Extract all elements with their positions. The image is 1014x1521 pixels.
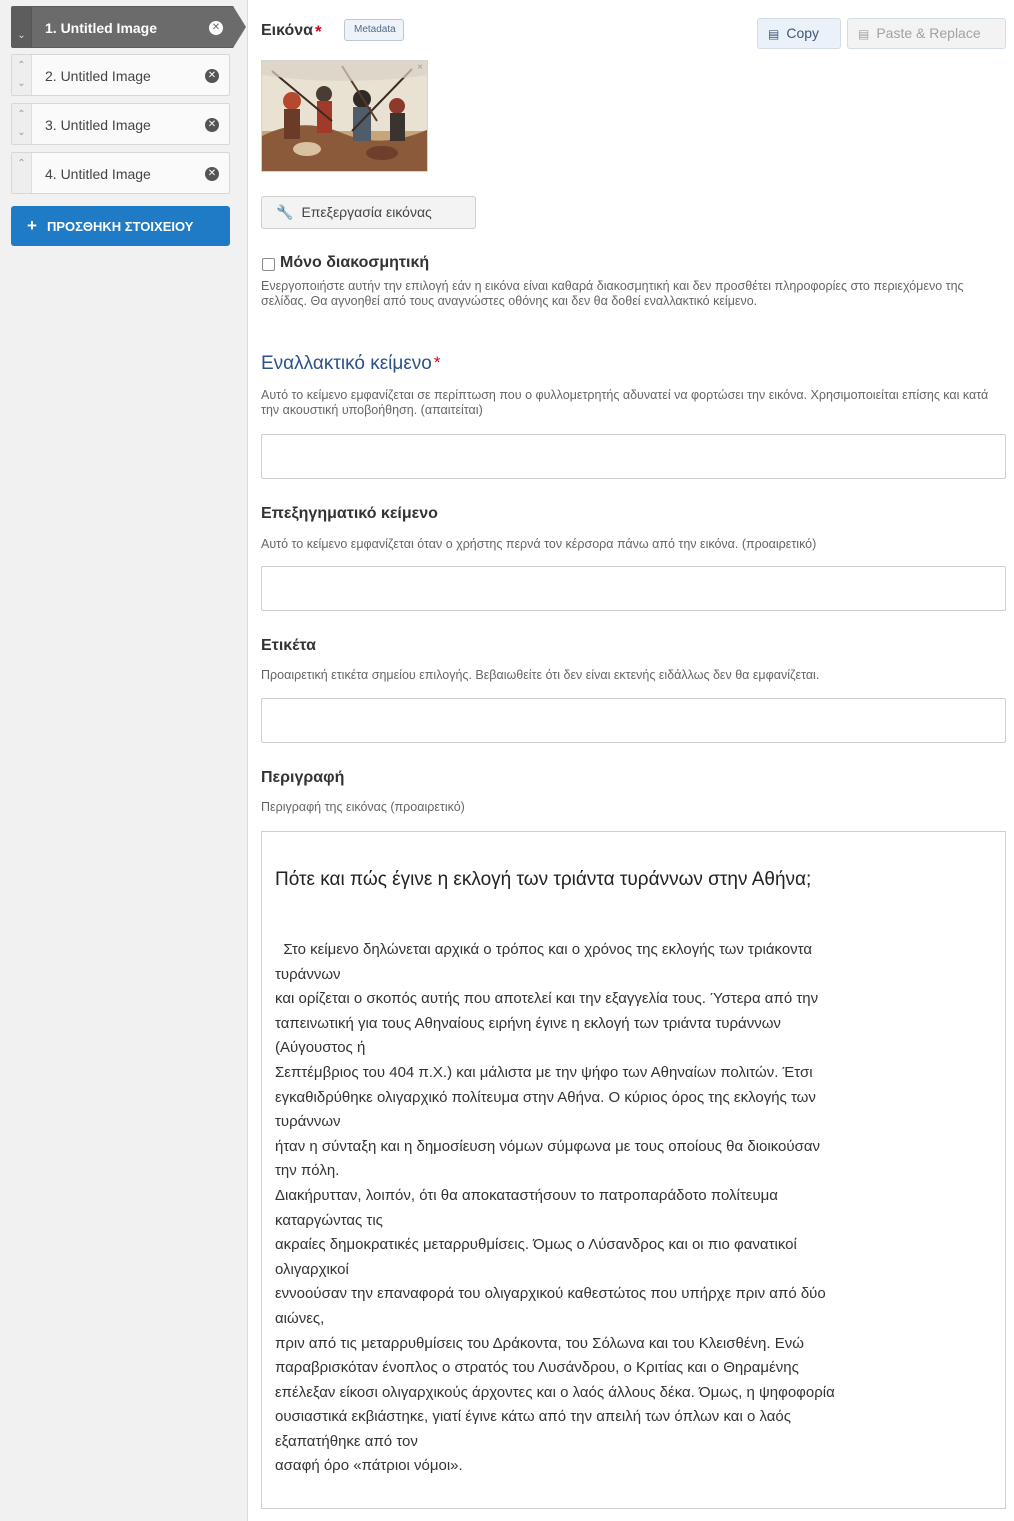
image-editor-form: Εικόνα * Metadata ▤ Copy ▤ Paste & Replace [249,0,1014,1521]
list-item-3[interactable]: ⌃ ⌄ 3. Untitled Image ✕ [11,103,230,145]
chevron-up-icon[interactable]: ⌃ [12,57,31,75]
add-item-label: ΠΡΟΣΘΗΚΗ ΣΤΟΙΧΕΙΟΥ [46,219,194,234]
drag-handle[interactable]: ⌃ ⌄ [12,104,32,144]
description-line: πριν από τις μεταρρυθμίσεις του Δράκοντα… [275,1334,804,1352]
image-field-title: Εικόνα * [261,22,322,42]
description-heading: Πότε και πώς έγινε η εκλογή των τριάντα … [275,869,812,890]
alt-text-label: Εναλλακτικό κείμενο [261,353,432,374]
plus-icon: + [27,216,37,235]
remove-circle-icon[interactable]: ✕ [205,69,219,83]
remove-circle-icon[interactable]: ✕ [205,167,219,181]
drag-handle[interactable]: ⌃ ⌄ [12,55,32,95]
paste-replace-button[interactable]: ▤ Paste & Replace [847,18,1006,49]
list-item-label: 2. Untitled Image [45,68,151,84]
description-line: επέλεξαν είκοσι ολιγαρχικούς άρχοντες κα… [275,1383,835,1401]
list-item-label: 4. Untitled Image [45,166,151,182]
alt-text-input[interactable] [261,434,1006,479]
description-line: Σεπτέμβριος του 404 π.Χ.) και μάλιστα με… [275,1063,813,1081]
description-line: παραβρισκόταν ένοπλος ο στρατός του Λυσά… [275,1359,799,1377]
metadata-button[interactable]: Metadata [344,19,404,41]
description-line: και ορίζεται ο σκοπός αυτής που αποτελεί… [275,990,819,1008]
copy-button[interactable]: ▤ Copy [757,18,841,49]
list-item-label: 1. Untitled Image [45,20,158,36]
drag-handle[interactable]: ⌄ [12,7,32,47]
paste-icon: ▤ [858,27,870,41]
drag-handle[interactable]: ⌃ [12,153,32,193]
description-line: ουσιαστικά εκβιάστηκε, γιατί έγινε κάτω … [275,1408,791,1426]
hover-text-input[interactable] [261,566,1006,611]
chevron-up-icon[interactable]: ⌃ [12,106,31,124]
required-marker: * [433,353,441,372]
chevron-up-icon[interactable]: ⌃ [12,155,31,173]
required-marker: * [315,22,322,41]
alt-text-title: Εναλλακτικό κείμενο * [261,353,441,375]
description-editor[interactable]: Πότε και πώς έγινε η εκλογή των τριάντα … [261,831,1006,1509]
list-item-label: 3. Untitled Image [45,117,151,133]
chevron-down-icon[interactable]: ⌄ [12,124,31,142]
description-line: Στο κείμενο δηλώνεται αρχικά ο τρόπος κα… [275,941,813,958]
description-body: Στο κείμενο δηλώνεται αρχικά ο τρόπος κα… [275,938,983,1479]
edit-image-button[interactable]: 🔧 Επεξεργασία εικόνας [261,196,476,229]
list-sidebar: ⌄ 1. Untitled Image ✕ ⌃ ⌄ 2. Untitled Im… [0,0,248,1521]
battle-scene-image [262,61,427,171]
hover-text-label: Επεξηγηματικό κείμενο [261,505,438,522]
description-line: τυράννων [275,965,341,983]
description-line: ολιγαρχικοί [275,1260,349,1278]
alt-text-help: Αυτό το κείμενο εμφανίζεται σε περίπτωση… [261,388,989,417]
edit-image-label: Επεξεργασία εικόνας [301,204,432,220]
description-line: Διακήρυτταν, λοιπόν, ότι θα αποκαταστήσο… [275,1186,778,1204]
list-item-4[interactable]: ⌃ 4. Untitled Image ✕ [11,152,230,194]
add-item-button[interactable]: + ΠΡΟΣΘΗΚΗ ΣΤΟΙΧΕΙΟΥ [11,206,230,246]
description-line: τυράννων [275,1113,341,1131]
image-field-label: Εικόνα [261,22,314,39]
tag-input[interactable] [261,698,1006,743]
list-item-1[interactable]: ⌄ 1. Untitled Image ✕ [11,6,246,48]
decorative-checkbox[interactable] [262,258,275,271]
remove-circle-icon[interactable]: ✕ [205,118,219,132]
description-line: ταπεινωτική για τους Αθηναίους ειρήνη έγ… [275,1014,781,1032]
paste-button-label: Paste & Replace [876,25,981,41]
description-help: Περιγραφή της εικόνας (προαιρετικό) [261,800,465,814]
hover-text-help: Αυτό το κείμενο εμφανίζεται όταν ο χρήστ… [261,537,817,551]
description-label: Περιγραφή [261,769,345,786]
description-line: την πόλη. [275,1162,340,1180]
image-thumbnail[interactable]: × [261,60,428,172]
description-line: ακραίες δημοκρατικές μεταρρυθμίσεις. Όμω… [275,1236,797,1254]
decorative-help: Ενεργοποιήστε αυτήν την επιλογή εάν η ει… [261,279,964,308]
description-line: (Αύγουστος ή [275,1039,366,1057]
copy-button-label: Copy [786,25,820,41]
description-line: εγκαθιδρύθηκε ολιγαρχικό πολίτευμα στην … [275,1088,816,1106]
remove-image-icon[interactable]: × [417,62,423,73]
remove-circle-icon[interactable]: ✕ [209,21,223,35]
chevron-down-icon[interactable]: ⌄ [12,27,31,45]
decorative-label[interactable]: Μόνο διακοσμητική [280,254,429,272]
description-line: εννοούσαν την επαναφορά του ολιγαρχικού … [275,1285,826,1303]
description-line: ήταν η σύνταξη και η δημοσίευση νόμων σύ… [275,1137,821,1155]
wrench-icon: 🔧 [276,204,294,220]
description-line: αιώνες, [275,1309,325,1327]
tag-label: Ετικέτα [261,637,316,654]
clipboard-icon: ▤ [768,27,780,41]
description-line: ασαφή όρο «πάτριοι νόμοι». [275,1457,463,1475]
tag-help: Προαιρετική ετικέτα σημείου επιλογής. Βε… [261,668,820,682]
description-line: εξαπατήθηκε από τον [275,1432,418,1450]
list-item-2[interactable]: ⌃ ⌄ 2. Untitled Image ✕ [11,54,230,96]
chevron-down-icon[interactable]: ⌄ [12,75,31,93]
description-line: καταργώντας τις [275,1211,383,1229]
